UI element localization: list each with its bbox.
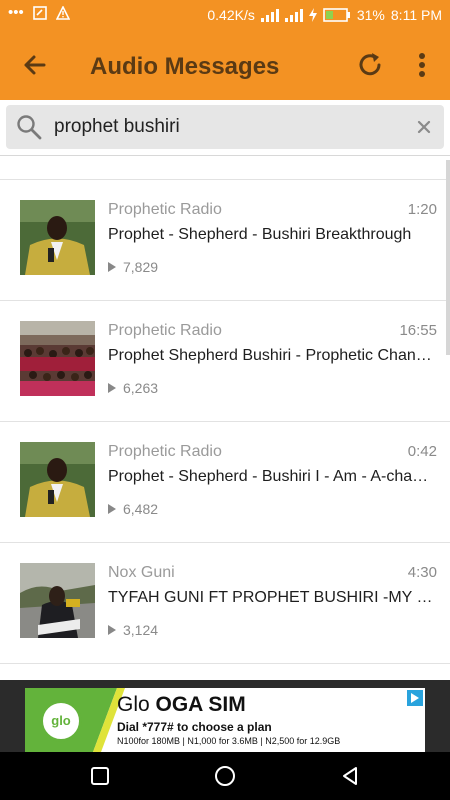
signal-icon (260, 9, 279, 22)
list-item[interactable]: Nox Guni 4:30 TYFAH GUNI FT PROPHET BUSH… (0, 543, 450, 664)
item-title: Prophet - Shepherd - Bushiri I - Am - A-… (108, 468, 434, 485)
home-icon[interactable] (213, 764, 237, 788)
scrollbar[interactable] (446, 160, 450, 355)
thumbnail-man-in-suit (20, 200, 95, 275)
refresh-icon[interactable] (354, 49, 386, 81)
more-options-icon[interactable] (412, 49, 432, 81)
duration: 4:30 (407, 564, 437, 581)
warning-icon (55, 6, 70, 20)
search-bar (0, 100, 450, 156)
recents-icon[interactable] (88, 764, 112, 788)
ad-subline: Dial *777# to choose a plan (117, 720, 272, 734)
channel-name: Nox Guni (108, 564, 175, 581)
thumbnail-performer (20, 563, 95, 638)
ad-banner[interactable]: glo Glo OGA SIM Dial *777# to choose a p… (25, 688, 425, 752)
list-item[interactable]: Prophetic Radio 0:42 Prophet - Shepherd … (0, 422, 450, 543)
ad-headline-bold: OGA SIM (155, 693, 246, 716)
back-arrow-icon[interactable] (18, 48, 52, 82)
system-nav-bar (0, 752, 450, 800)
play-count-value: 6,482 (123, 501, 159, 517)
signal-icon-2 (284, 9, 303, 22)
status-bar: ••• 0.42K/s 31% 8:11 PM (0, 0, 450, 30)
item-title: Prophet - Shepherd - Bushiri Breakthroug… (108, 226, 412, 243)
channel-name: Prophetic Radio (108, 322, 222, 339)
list-item[interactable]: Prophetic Radio 16:55 Prophet Shepherd B… (0, 301, 450, 422)
chat-notification-icon: ••• (8, 4, 24, 21)
play-count: 6,482 (108, 501, 158, 517)
play-icon (108, 383, 116, 393)
play-count: 7,829 (108, 259, 158, 275)
search-box[interactable] (6, 105, 444, 149)
battery-icon (323, 8, 350, 22)
channel-name: Prophetic Radio (108, 201, 222, 218)
duration: 16:55 (399, 322, 437, 339)
clock: 8:11 PM (390, 7, 442, 23)
play-icon (108, 625, 116, 635)
thumbnail-crowd (20, 321, 95, 396)
ad-prices: N100for 180MB | N1,000 for 3.6MB | N2,50… (117, 736, 341, 746)
play-icon (108, 262, 116, 272)
play-count-value: 6,263 (123, 380, 159, 396)
charging-icon (308, 8, 317, 22)
page-title: Audio Messages (90, 53, 280, 80)
list-top-spacer (0, 156, 450, 180)
ad-area: glo Glo OGA SIM Dial *777# to choose a p… (0, 680, 450, 752)
glo-logo: glo (40, 700, 82, 742)
ad-info-icon[interactable] (407, 690, 423, 706)
play-count: 3,124 (108, 622, 158, 638)
play-count-value: 3,124 (123, 622, 159, 638)
clear-icon[interactable] (414, 117, 434, 137)
search-input[interactable] (54, 113, 404, 141)
duration: 1:20 (407, 201, 437, 218)
ad-headline-prefix: Glo (117, 693, 156, 716)
play-count-value: 7,829 (123, 259, 159, 275)
screenshot-icon (32, 6, 47, 20)
play-icon (108, 504, 116, 514)
item-title: TYFAH GUNI FT PROPHET BUSHIRI -MY FAVOUR (108, 589, 434, 606)
play-count: 6,263 (108, 380, 158, 396)
network-speed: 0.42K/s (207, 7, 255, 23)
app-bar: Audio Messages (0, 30, 450, 100)
duration: 0:42 (407, 443, 437, 460)
battery-percent: 31% (356, 7, 385, 23)
channel-name: Prophetic Radio (108, 443, 222, 460)
results-list: Prophetic Radio 1:20 Prophet - Shepherd … (0, 156, 450, 680)
back-nav-icon[interactable] (338, 764, 362, 788)
ad-headline: Glo OGA SIM (117, 693, 246, 717)
item-title: Prophet Shepherd Bushiri - Prophetic Cha… (108, 347, 434, 364)
search-icon (17, 115, 42, 140)
thumbnail-man-in-suit (20, 442, 95, 517)
list-item[interactable]: Prophetic Radio 1:20 Prophet - Shepherd … (0, 180, 450, 301)
